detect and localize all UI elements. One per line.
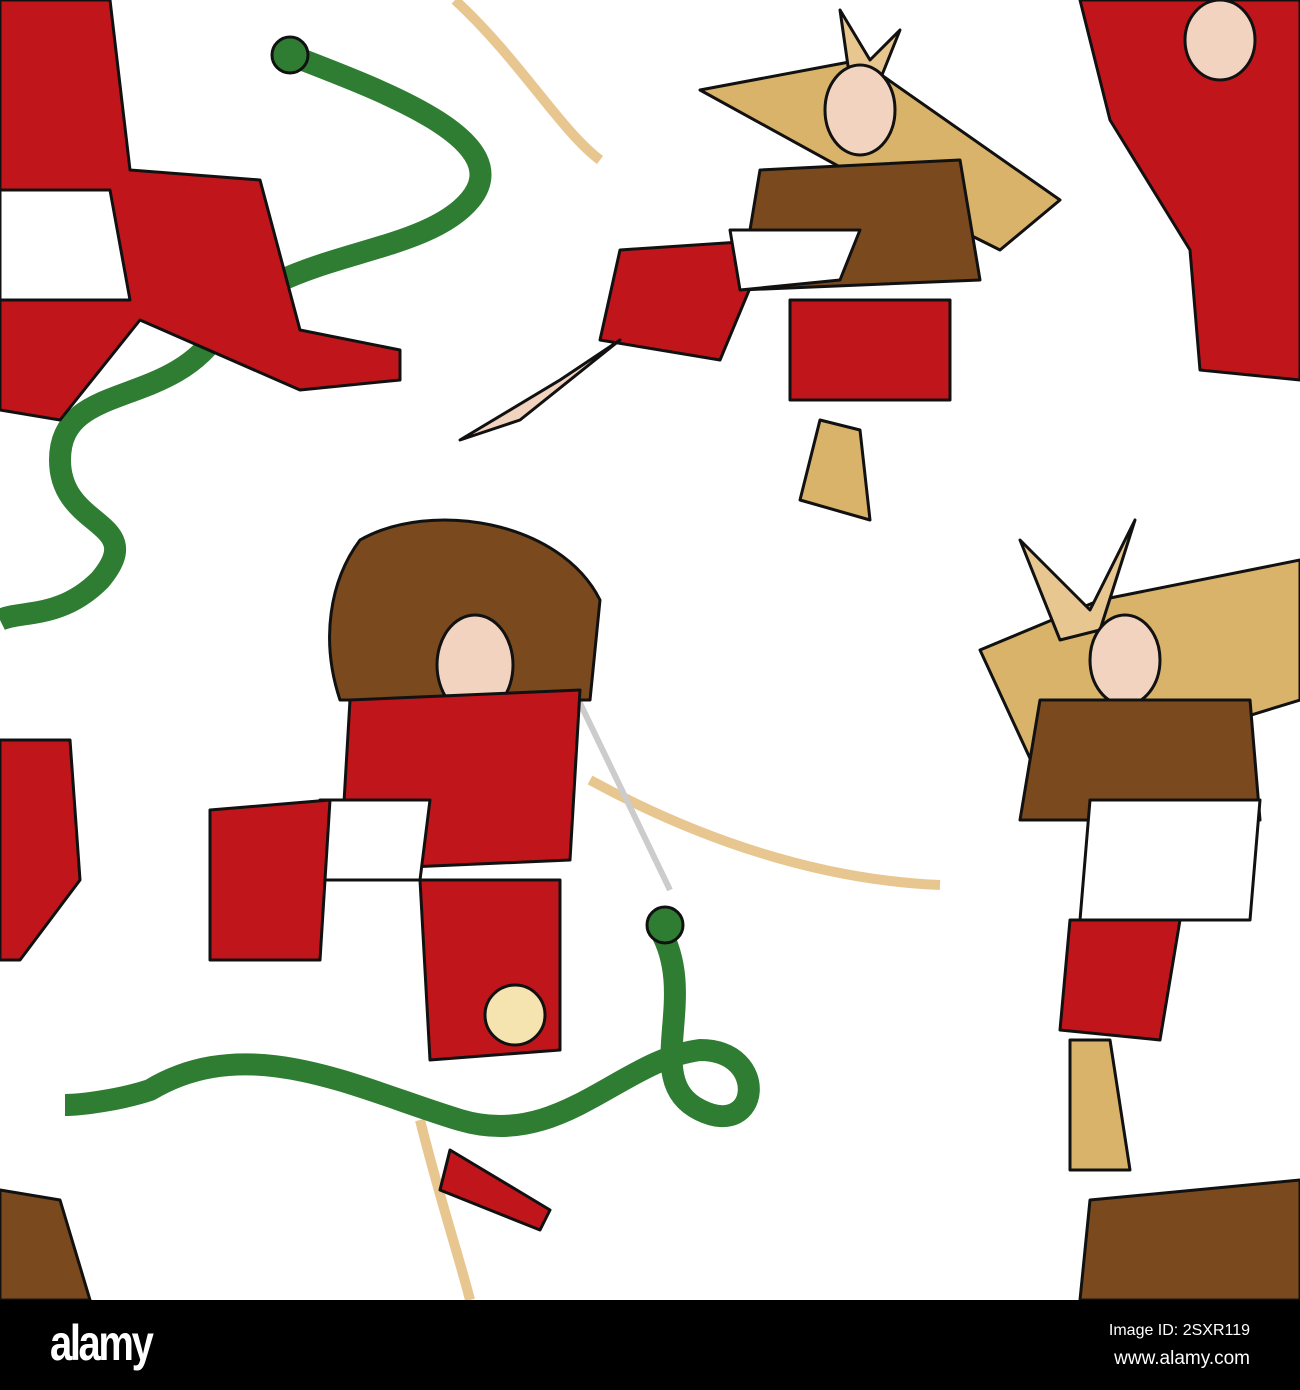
site-url: www.alamy.com bbox=[1114, 1348, 1250, 1369]
watermark-footer: alamy Image ID: 2SXR119 www.alamy.com bbox=[0, 1300, 1300, 1390]
katana bbox=[451, 0, 604, 164]
samurai-figure bbox=[978, 518, 1300, 1172]
snake-head bbox=[645, 905, 685, 945]
samurai-figure bbox=[458, 8, 1062, 522]
katana bbox=[415, 1118, 475, 1300]
samurai-pattern-illustration bbox=[0, 0, 1300, 1300]
snake bbox=[64, 924, 760, 1137]
image-id-label: Image ID: 2SXR119 bbox=[1108, 1322, 1250, 1339]
alamy-logo: alamy bbox=[50, 1315, 154, 1371]
snake-head bbox=[270, 35, 310, 75]
